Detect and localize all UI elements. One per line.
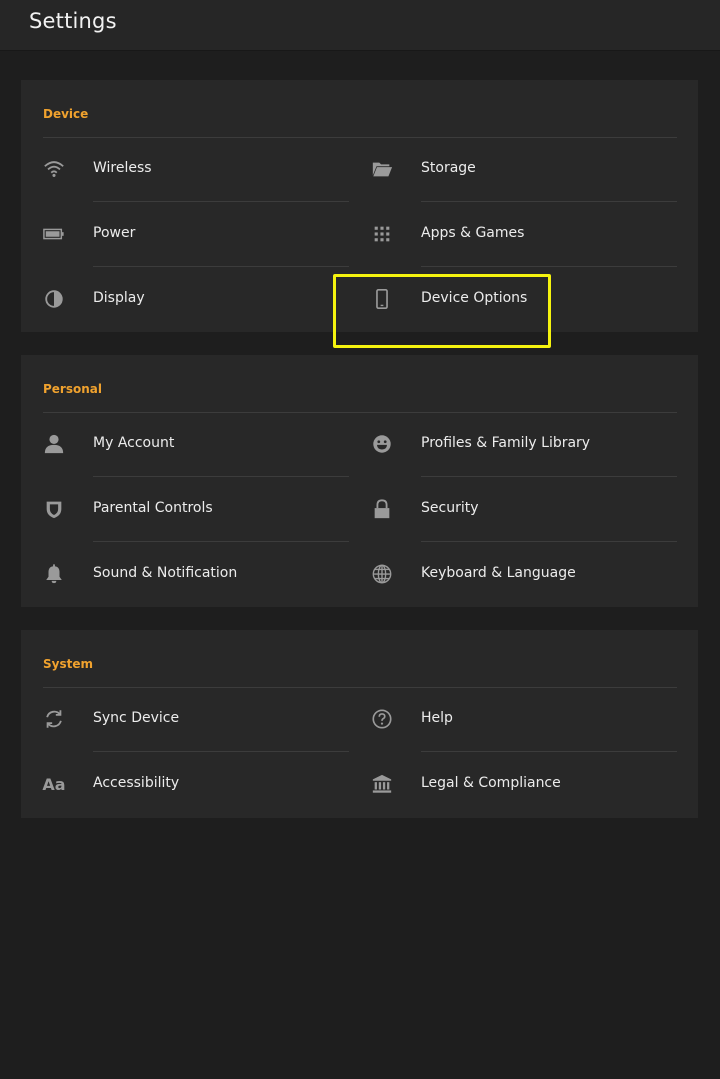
page-title: Settings bbox=[29, 9, 117, 33]
text-aa-icon: Aa bbox=[42, 774, 66, 794]
section-device: Device Wireless Storage Power Apps & Gam… bbox=[21, 80, 698, 332]
settings-item-keyboard-language[interactable]: Keyboard & Language bbox=[349, 542, 667, 607]
sync-icon bbox=[43, 708, 65, 730]
settings-item-label: Display bbox=[93, 290, 145, 306]
phone-icon bbox=[371, 288, 393, 310]
settings-item-label: Profiles & Family Library bbox=[421, 435, 591, 451]
settings-item-parental-controls[interactable]: Parental Controls bbox=[21, 477, 349, 542]
apps-grid-icon bbox=[371, 223, 393, 245]
top-bar: Settings bbox=[0, 0, 720, 51]
contrast-icon bbox=[43, 288, 65, 310]
settings-item-storage[interactable]: Storage bbox=[349, 137, 677, 202]
settings-item-security[interactable]: Security bbox=[349, 477, 677, 542]
settings-item-display[interactable]: Display bbox=[21, 267, 339, 332]
settings-item-label: My Account bbox=[93, 435, 175, 451]
smiley-icon bbox=[371, 433, 393, 455]
settings-item-label: Keyboard & Language bbox=[421, 565, 576, 581]
settings-item-legal-compliance[interactable]: Legal & Compliance bbox=[349, 752, 667, 817]
settings-item-sound-notification[interactable]: Sound & Notification bbox=[21, 542, 339, 607]
settings-item-label: Help bbox=[421, 710, 453, 726]
settings-item-label: Wireless bbox=[93, 160, 152, 176]
settings-item-apps-games[interactable]: Apps & Games bbox=[349, 202, 677, 267]
settings-item-my-account[interactable]: My Account bbox=[21, 412, 349, 477]
section-personal: Personal My Account Profiles & Family Li… bbox=[21, 355, 698, 607]
section-header-system: System bbox=[43, 657, 93, 671]
settings-item-power[interactable]: Power bbox=[21, 202, 349, 267]
section-header-device: Device bbox=[43, 107, 89, 121]
settings-item-label: Security bbox=[421, 500, 479, 516]
settings-item-label: Storage bbox=[421, 160, 476, 176]
settings-item-accessibility[interactable]: Aa Accessibility bbox=[21, 752, 339, 817]
settings-item-label: Legal & Compliance bbox=[421, 775, 561, 791]
settings-item-wireless[interactable]: Wireless bbox=[21, 137, 349, 202]
section-system: System Sync Device Help Aa Accessibility… bbox=[21, 630, 698, 818]
settings-item-help[interactable]: Help bbox=[349, 687, 677, 752]
settings-item-label: Parental Controls bbox=[93, 500, 213, 516]
settings-item-profiles-family-library[interactable]: Profiles & Family Library bbox=[349, 412, 677, 477]
battery-icon bbox=[43, 223, 65, 245]
settings-item-sync-device[interactable]: Sync Device bbox=[21, 687, 349, 752]
building-icon bbox=[371, 773, 393, 795]
bell-icon bbox=[43, 563, 65, 585]
person-icon bbox=[43, 433, 65, 455]
folder-icon bbox=[371, 158, 393, 180]
settings-item-label: Device Options bbox=[421, 290, 528, 306]
shield-icon bbox=[43, 498, 65, 520]
help-icon bbox=[371, 708, 393, 730]
settings-item-label: Sound & Notification bbox=[93, 565, 238, 581]
settings-item-label: Power bbox=[93, 225, 136, 241]
globe-icon bbox=[371, 563, 393, 585]
settings-item-label: Apps & Games bbox=[421, 225, 525, 241]
settings-item-device-options[interactable]: Device Options bbox=[349, 267, 667, 332]
lock-icon bbox=[371, 498, 393, 520]
wifi-icon bbox=[43, 158, 65, 180]
section-header-personal: Personal bbox=[43, 382, 102, 396]
settings-item-label: Sync Device bbox=[93, 710, 180, 726]
settings-item-label: Accessibility bbox=[93, 775, 180, 791]
